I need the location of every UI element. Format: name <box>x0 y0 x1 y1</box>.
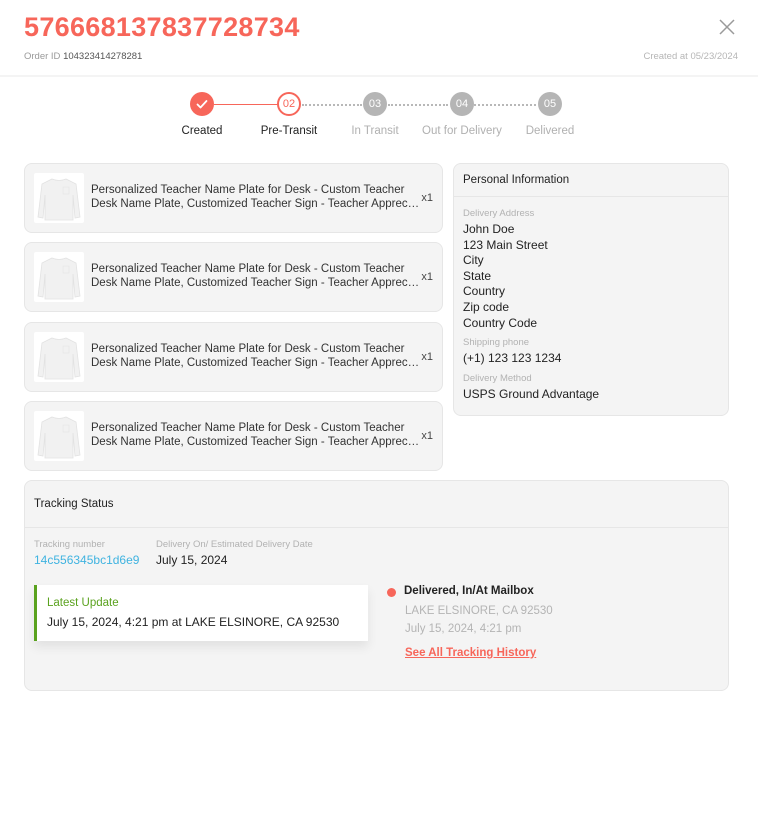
latest-update-title: Latest Update <box>47 597 119 609</box>
step-label: Delivered <box>525 125 575 137</box>
step-label: In Transit <box>351 125 399 137</box>
step-label: Out for Delivery <box>422 125 502 137</box>
product-image <box>34 411 84 461</box>
address-line: Country <box>463 284 506 299</box>
product-image <box>34 252 84 302</box>
tracking-number-link[interactable]: 14c556345bc1d6e9 <box>34 553 139 567</box>
close-icon <box>719 19 735 35</box>
created-at: Created at 05/23/2024 <box>643 51 738 62</box>
product-quantity: x1 <box>421 271 433 283</box>
step-pre-transit: 02 Pre-Transit <box>239 92 339 137</box>
order-id-label: Order ID <box>24 51 61 62</box>
product-quantity: x1 <box>421 430 433 442</box>
delivery-method-label: Delivery Method <box>463 372 532 384</box>
step-in-transit: 03 In Transit <box>325 92 425 137</box>
tracking-status-panel: Tracking Status Tracking number 14c55634… <box>24 480 729 691</box>
product-name: Personalized Teacher Name Plate for Desk… <box>91 422 421 448</box>
product-name: Personalized Teacher Name Plate for Desk… <box>91 263 421 289</box>
tracking-number-label: Tracking number <box>34 539 105 550</box>
order-id: Order ID 104323414278281 <box>24 51 142 62</box>
step-delivered: 05 Delivered <box>500 92 600 137</box>
address-line: Zip code <box>463 299 510 314</box>
tracking-event-location: LAKE ELSINORE, CA 92530 <box>405 605 553 617</box>
delivery-date: July 15, 2024 <box>156 553 228 567</box>
see-all-tracking-history-link[interactable]: See All Tracking History <box>405 647 536 659</box>
address-line: State <box>463 268 492 283</box>
product-image <box>34 332 84 382</box>
shipping-phone-label: Shipping phone <box>463 337 530 349</box>
delivery-date-label: Delivery On/ Estimated Delivery Date <box>156 539 313 550</box>
step-number: 02 <box>277 92 301 116</box>
product-name: Personalized Teacher Name Plate for Desk… <box>91 184 421 210</box>
latest-update-card: Latest Update July 15, 2024, 4:21 pm at … <box>34 585 368 641</box>
order-progress-stepper: Created 02 Pre-Transit 03 In Transit 04 … <box>160 92 600 142</box>
tracking-event-time: July 15, 2024, 4:21 pm <box>405 623 522 635</box>
address-line: 123 Main Street <box>463 237 548 252</box>
panel-title: Tracking Status <box>25 481 728 528</box>
delivery-method: USPS Ground Advantage <box>463 386 600 401</box>
product-item[interactable]: Personalized Teacher Name Plate for Desk… <box>24 242 443 312</box>
order-header: 576668137837728734 Order ID 104323414278… <box>0 0 758 77</box>
status-dot-icon <box>387 588 396 597</box>
step-out-for-delivery: 04 Out for Delivery <box>412 92 512 137</box>
step-label: Pre-Transit <box>260 125 318 137</box>
product-image <box>34 173 84 223</box>
step-number: 04 <box>450 92 474 116</box>
latest-update-text: July 15, 2024, 4:21 pm at LAKE ELSINORE,… <box>47 615 340 629</box>
shipping-phone: (+1) 123 123 1234 <box>463 351 562 366</box>
delivery-address-label: Delivery Address <box>463 208 535 219</box>
check-icon <box>190 92 214 116</box>
step-number: 03 <box>363 92 387 116</box>
step-label: Created <box>181 125 223 137</box>
panel-title: Personal Information <box>454 164 728 197</box>
order-number: 576668137837728734 <box>24 12 300 42</box>
product-name: Personalized Teacher Name Plate for Desk… <box>91 343 421 369</box>
address-line: City <box>463 253 484 268</box>
order-id-value: 104323414278281 <box>63 51 143 62</box>
address-line: John Doe <box>463 222 515 236</box>
address-line: Country Code <box>463 315 538 330</box>
product-item[interactable]: Personalized Teacher Name Plate for Desk… <box>24 401 443 471</box>
step-number: 05 <box>538 92 562 116</box>
product-item[interactable]: Personalized Teacher Name Plate for Desk… <box>24 163 443 233</box>
product-quantity: x1 <box>421 351 433 363</box>
step-created: Created <box>152 92 252 137</box>
personal-information-panel: Personal Information Delivery Address Jo… <box>453 163 729 416</box>
close-button[interactable] <box>718 18 736 36</box>
tracking-event-title: Delivered, In/At Mailbox <box>404 585 534 597</box>
product-quantity: x1 <box>421 192 433 204</box>
product-item[interactable]: Personalized Teacher Name Plate for Desk… <box>24 322 443 392</box>
